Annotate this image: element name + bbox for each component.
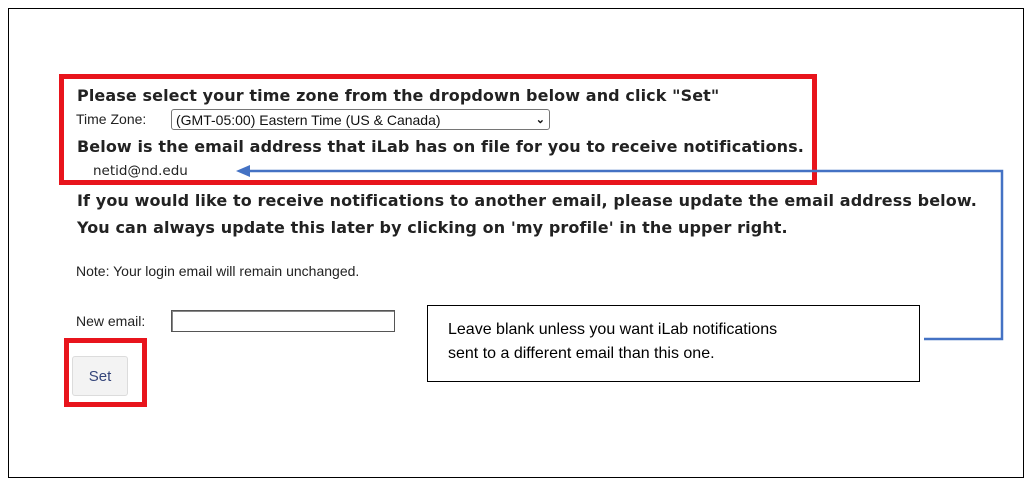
callout-connector-arrow <box>236 165 1004 341</box>
arrow-head-icon <box>236 165 250 177</box>
